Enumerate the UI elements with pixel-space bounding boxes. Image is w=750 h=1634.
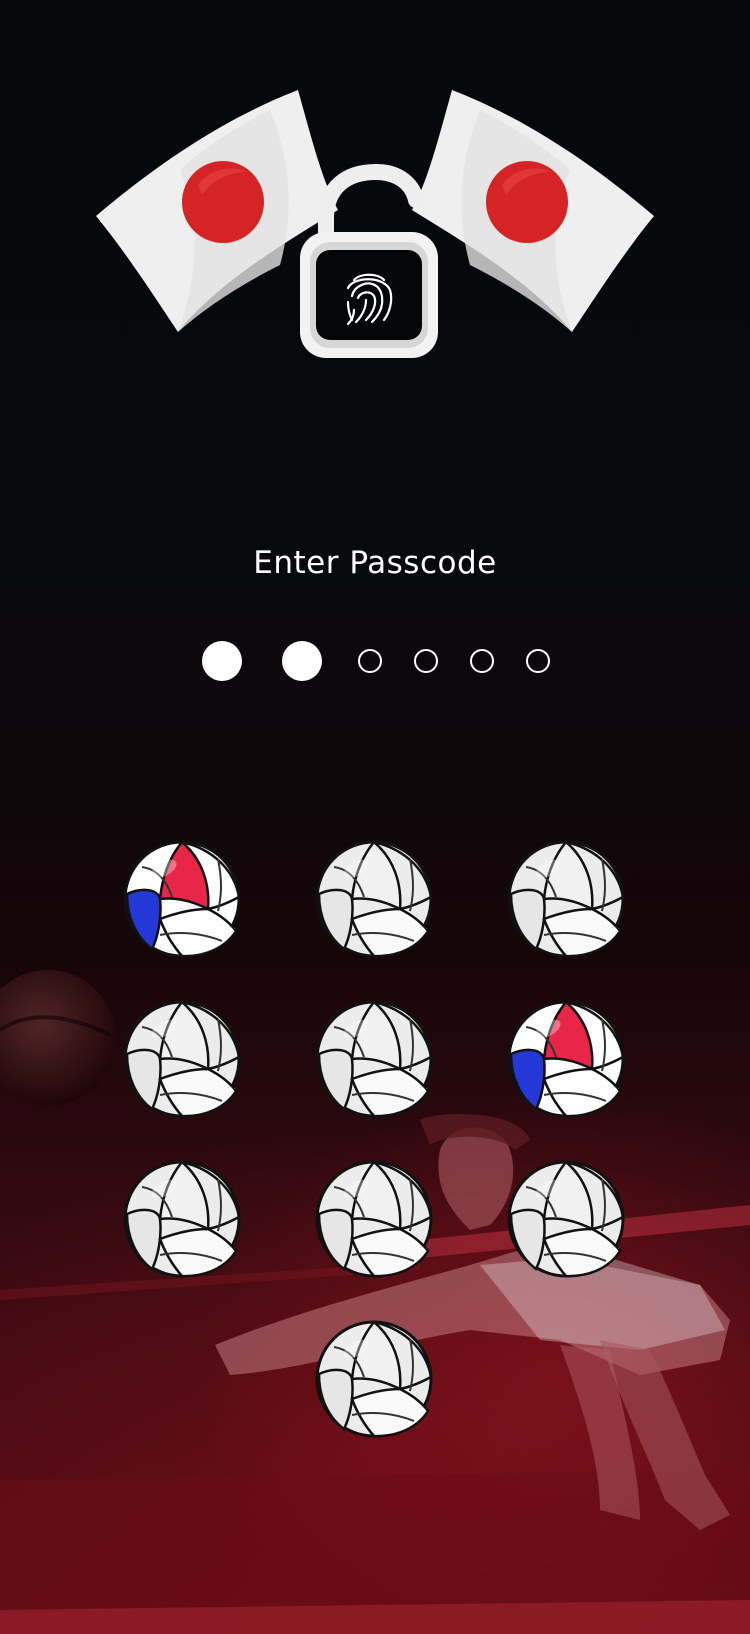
passcode-dot-filled [202,641,242,681]
volleyball-icon [314,999,434,1119]
keypad-key-8[interactable] [314,1159,434,1279]
passcode-dot-empty [526,649,550,673]
keypad-key-7[interactable] [122,1159,242,1279]
volleyball-icon [314,1159,434,1279]
volleyball-icon [506,999,626,1119]
keypad-key-4[interactable] [122,999,242,1119]
lock-screen: Enter Passcode [0,0,750,1634]
passcode-dot-filled [282,641,322,681]
volleyball-icon [314,1319,434,1439]
volleyball-icon [506,839,626,959]
passcode-dot-empty [470,649,494,673]
keypad-key-5[interactable] [314,999,434,1119]
volleyball-icon [122,839,242,959]
fingerprint-padlock-icon [300,163,438,358]
keypad-key-10[interactable] [314,1319,434,1439]
keypad-key-9[interactable] [506,1159,626,1279]
volleyball-icon [122,1159,242,1279]
volleyball-icon [314,839,434,959]
keypad-key-6[interactable] [506,999,626,1119]
header-flags-lock-illustration [96,90,654,358]
enter-passcode-title: Enter Passcode [253,545,497,581]
keypad-key-3[interactable] [506,839,626,959]
passcode-indicator [0,641,750,685]
passcode-dot-empty [358,649,382,673]
volleyball-icon [122,999,242,1119]
japan-flag-icon [412,90,654,332]
keypad-key-2[interactable] [314,839,434,959]
keypad-key-1[interactable] [122,839,242,959]
passcode-dot-empty [414,649,438,673]
volleyball-icon [506,1159,626,1279]
